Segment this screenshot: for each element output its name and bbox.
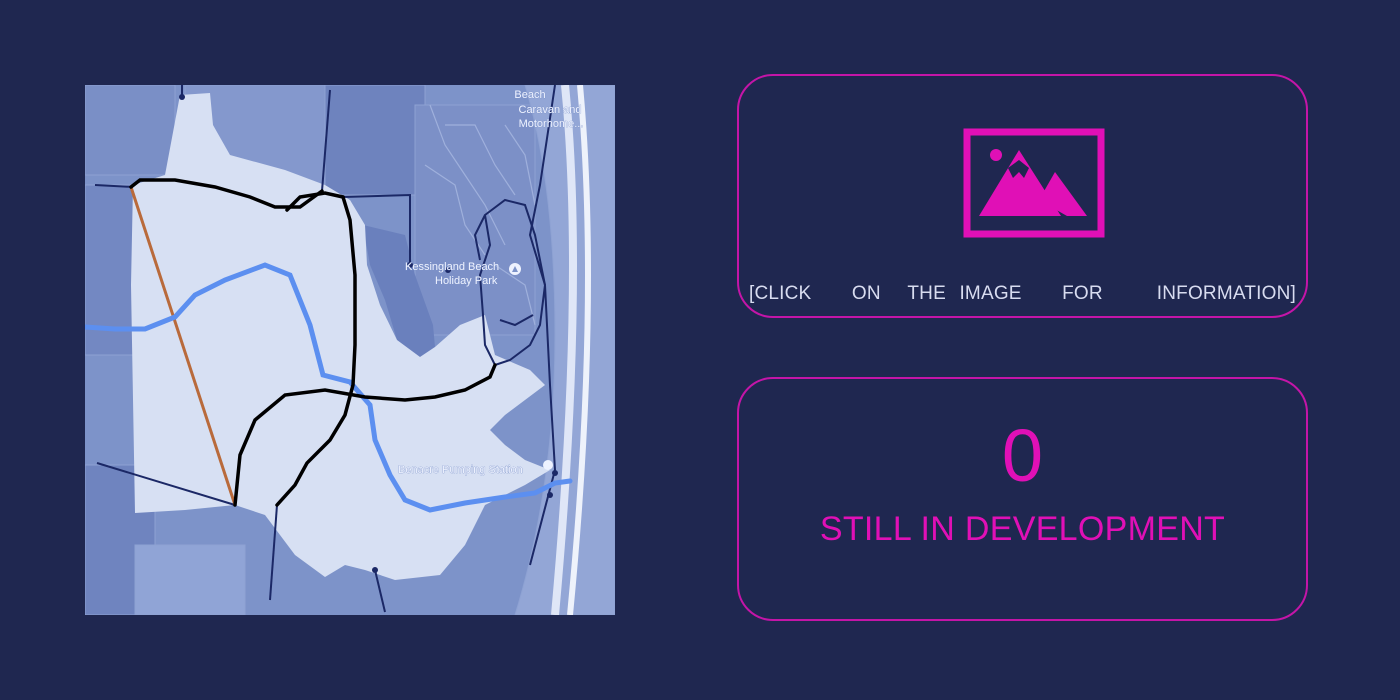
info-card: [CLICK ON THE IMAGE FOR INFORMATION] <box>737 74 1308 318</box>
location-pin-icon <box>543 460 553 470</box>
map-label-pumping-station: Benacre Pumping Station <box>398 464 523 476</box>
status-card: 0 STILL IN DEVELOPMENT <box>737 377 1308 621</box>
development-status: STILL IN DEVELOPMENT <box>819 510 1226 548</box>
map-image[interactable]: Beach Caravan and Motorhome... Kessingla… <box>85 85 615 615</box>
image-icon[interactable] <box>963 128 1105 238</box>
map-label-motorhome: Motorhome... <box>519 118 584 130</box>
click-image-hint: [CLICK ON THE IMAGE FOR INFORMATION] <box>748 283 1297 304</box>
map-label-kessingland: Kessingland Beach <box>405 261 499 273</box>
map-label-beach: Beach <box>514 89 545 101</box>
count-value: 0 <box>1001 414 1044 497</box>
location-pin-icon <box>509 263 521 275</box>
map-svg: Beach Caravan and Motorhome... Kessingla… <box>85 85 615 615</box>
map-label-caravan: Caravan and <box>519 104 582 116</box>
map-label-holiday-park: Holiday Park <box>435 275 498 287</box>
